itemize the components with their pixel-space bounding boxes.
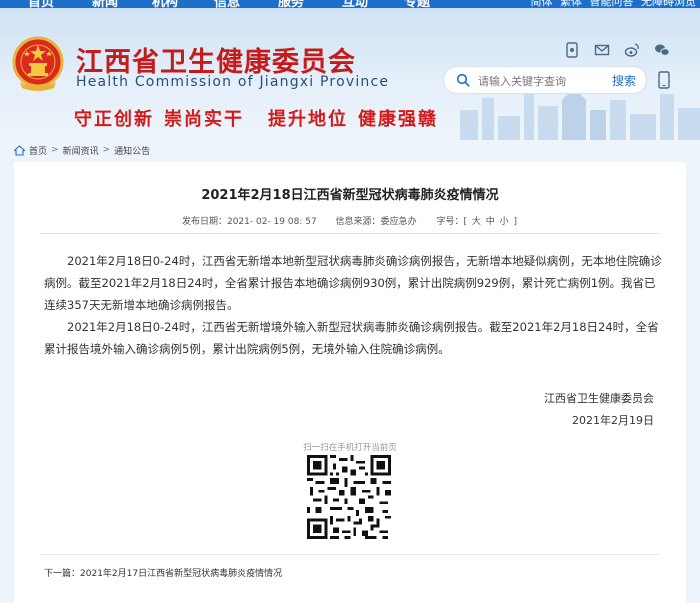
search-box: 搜索 xyxy=(443,66,647,94)
slogans: 守正创新 崇尚实干 提升地位 健康强赣 xyxy=(74,105,448,131)
tool-smart-qa[interactable]: 智能问答 xyxy=(590,0,634,8)
divider xyxy=(40,554,660,555)
paragraph: 2021年2月18日0-24时，江西省无新增境外输入新型冠状病毒肺炎确诊病例报告… xyxy=(44,320,659,356)
breadcrumb: 首页 > 新闻资讯 > 通知公告 xyxy=(14,143,150,157)
source-label: 信息来源： xyxy=(335,217,381,227)
slogan-2: 崇尚实干 xyxy=(164,109,244,130)
source-value: 委应急办 xyxy=(380,217,417,227)
tool-simplified[interactable]: 简体 xyxy=(531,0,553,8)
article-meta: 发布日期：2021- 02- 19 08: 57 信息来源：委应急办 字号：[ … xyxy=(14,214,686,227)
next-article-link[interactable]: 2021年2月17日江西省新型冠状病毒肺炎疫情情况 xyxy=(80,569,282,579)
font-size-control: 字号：[ 大 中 小 ] xyxy=(435,217,518,227)
nav-item-org[interactable]: 机构 xyxy=(152,0,178,8)
font-size-medium[interactable]: 中 xyxy=(486,217,495,227)
paragraph: 2021年2月18日0-24时，江西省无新增本地新型冠状病毒肺炎确诊病例报告，无… xyxy=(44,254,662,312)
sign-org: 江西省卫生健康委员会 xyxy=(544,392,654,405)
tool-traditional[interactable]: 繁体 xyxy=(560,0,582,8)
next-article: 下一篇：2021年2月17日江西省新型冠状病毒肺炎疫情情况 xyxy=(44,566,282,579)
publish-date: 2021- 02- 19 08: 57 xyxy=(226,217,317,227)
nav-item-news[interactable]: 新闻 xyxy=(92,0,118,8)
qr-code xyxy=(307,455,391,539)
slogan-4: 健康强赣 xyxy=(358,109,438,130)
sign-date: 2021年2月19日 xyxy=(572,414,654,427)
tool-accessibility[interactable]: 无障碍浏览 xyxy=(641,0,696,8)
breadcrumb-separator: > xyxy=(51,145,59,155)
nav-item-info[interactable]: 信息 xyxy=(214,0,240,8)
next-article-label: 下一篇： xyxy=(44,569,81,579)
site-header: 江西省卫生健康委员会 Health Commission of Jiangxi … xyxy=(0,8,700,140)
mobile-icon[interactable] xyxy=(658,71,670,89)
article-signature: 江西省卫生健康委员会 2021年2月19日 xyxy=(544,388,654,432)
publish-label: 发布日期： xyxy=(181,217,227,227)
search-input[interactable] xyxy=(478,71,598,91)
top-nav-bar: 首页 新闻 机构 信息 服务 互动 专题 简体 繁体 智能问答 无障碍浏览 xyxy=(0,0,700,8)
search-button[interactable]: 搜索 xyxy=(612,72,636,89)
article-title: 2021年2月18日江西省新型冠状病毒肺炎疫情情况 xyxy=(201,188,499,203)
article-card: 2021年2月18日江西省新型冠状病毒肺炎疫情情况 发布日期：2021- 02-… xyxy=(14,162,686,603)
wechat-icon[interactable] xyxy=(654,42,670,58)
article-body: 2021年2月18日0-24时，江西省无新增本地新型冠状病毒肺炎确诊病例报告，无… xyxy=(44,250,664,360)
font-size-close: ] xyxy=(513,217,518,227)
font-size-label: 字号：[ xyxy=(436,217,467,227)
home-icon xyxy=(14,144,25,156)
site-subtitle: Health Commission of Jiangxi Province xyxy=(76,74,390,90)
social-icons xyxy=(564,42,670,58)
nav-item-service[interactable]: 服务 xyxy=(278,0,304,8)
nav-item-topic[interactable]: 专题 xyxy=(404,0,430,8)
wechat-applet-icon[interactable] xyxy=(564,42,580,58)
nav-item-home[interactable]: 首页 xyxy=(28,0,54,8)
search-icon xyxy=(456,73,470,87)
mail-icon[interactable] xyxy=(594,42,610,58)
breadcrumb-notices[interactable]: 通知公告 xyxy=(114,144,150,157)
weibo-icon[interactable] xyxy=(624,42,640,58)
font-size-large[interactable]: 大 xyxy=(472,217,481,227)
breadcrumb-home[interactable]: 首页 xyxy=(29,144,47,157)
slogan-1: 守正创新 xyxy=(74,109,154,130)
breadcrumb-separator: > xyxy=(102,145,111,155)
top-tools: 简体 繁体 智能问答 无障碍浏览 xyxy=(527,0,697,8)
emblem-icon xyxy=(12,36,64,91)
breadcrumb-news[interactable]: 新闻资讯 xyxy=(63,144,99,157)
nav-item-interact[interactable]: 互动 xyxy=(342,0,368,8)
qr-caption: 扫一扫在手机打开当前页 xyxy=(303,443,397,453)
font-size-small[interactable]: 小 xyxy=(500,217,509,227)
divider xyxy=(40,233,660,234)
slogan-3: 提升地位 xyxy=(268,109,348,130)
